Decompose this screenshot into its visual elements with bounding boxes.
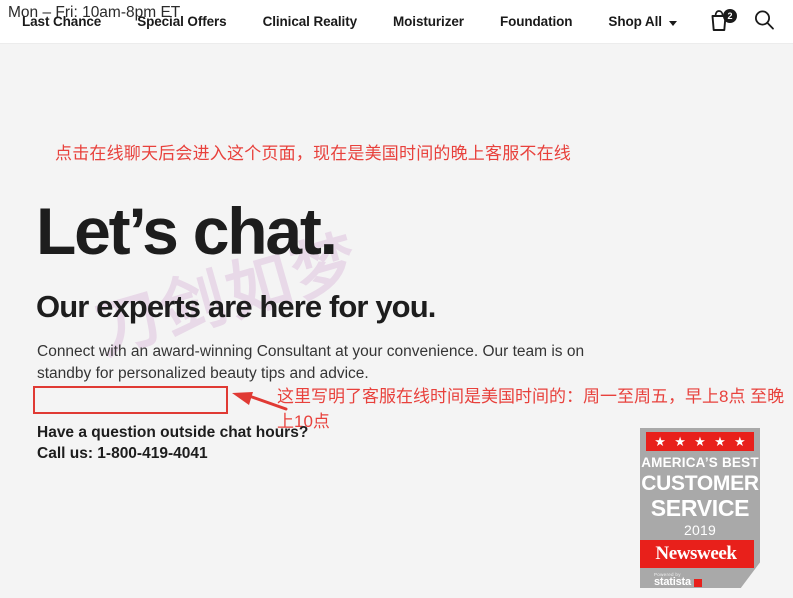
nav-shop-all[interactable]: Shop All <box>608 0 677 44</box>
badge-line-3: SERVICE <box>650 495 750 521</box>
star-icon: ★ <box>694 434 706 449</box>
shopping-bag-button[interactable]: 2 <box>709 9 737 35</box>
nav-shop-all-label: Shop All <box>608 14 662 29</box>
statista-mark-icon <box>693 579 702 587</box>
star-icon: ★ <box>654 434 666 449</box>
nav-foundation-label: Foundation <box>499 14 573 29</box>
nav-clinical-reality-label: Clinical Reality <box>262 14 358 29</box>
chat-hours-text: Mon – Fri: 10am-8pm ET <box>8 4 181 21</box>
chat-hours-highlight-box <box>33 386 228 414</box>
page-body-copy: Connect with an award-winning Consultant… <box>37 343 585 382</box>
newsweek-brand-label: Newsweek <box>655 543 737 564</box>
page-subtitle: Our experts are here for you. <box>36 289 436 324</box>
badge-year: 2019 <box>684 522 716 538</box>
outside-hours-question: Have a question outside chat hours? <box>37 424 309 441</box>
star-icon: ★ <box>714 434 726 449</box>
header-icon-group: 2 <box>709 0 775 44</box>
badge-star-row: ★ ★ ★ ★ ★ <box>646 432 754 451</box>
search-icon <box>755 10 774 30</box>
star-icon: ★ <box>674 434 686 449</box>
annotation-top-note: 点击在线聊天后会进入这个页面，现在是美国时间的晚上客服不在线 <box>55 144 571 163</box>
search-button[interactable] <box>753 9 775 36</box>
newsweek-award-badge: ★ ★ ★ ★ ★ AMERICA’S BEST CUSTOMER SERVIC… <box>640 428 760 588</box>
statista-label: statista <box>654 576 691 588</box>
call-us-text: Call us: 1-800-419-4041 <box>37 445 208 462</box>
page-title: Let’s chat. <box>36 194 338 268</box>
annotation-hours-note: 这里写明了客服在线时间是美国时间的：周一至周五，早上8点 至晚上10点 <box>277 387 785 431</box>
cart-count-badge: 2 <box>723 9 737 23</box>
badge-line-2: CUSTOMER <box>641 472 759 495</box>
statista-logo: statista <box>654 576 702 588</box>
badge-line-1: AMERICA’S BEST <box>641 455 759 470</box>
nav-foundation[interactable]: Foundation <box>499 0 573 44</box>
star-icon: ★ <box>734 434 746 449</box>
nav-clinical-reality[interactable]: Clinical Reality <box>262 0 358 44</box>
chevron-down-icon <box>668 20 677 26</box>
newsweek-brand-bar: Newsweek <box>640 540 754 568</box>
nav-moisturizer-label: Moisturizer <box>393 14 464 29</box>
nav-moisturizer[interactable]: Moisturizer <box>393 0 464 44</box>
